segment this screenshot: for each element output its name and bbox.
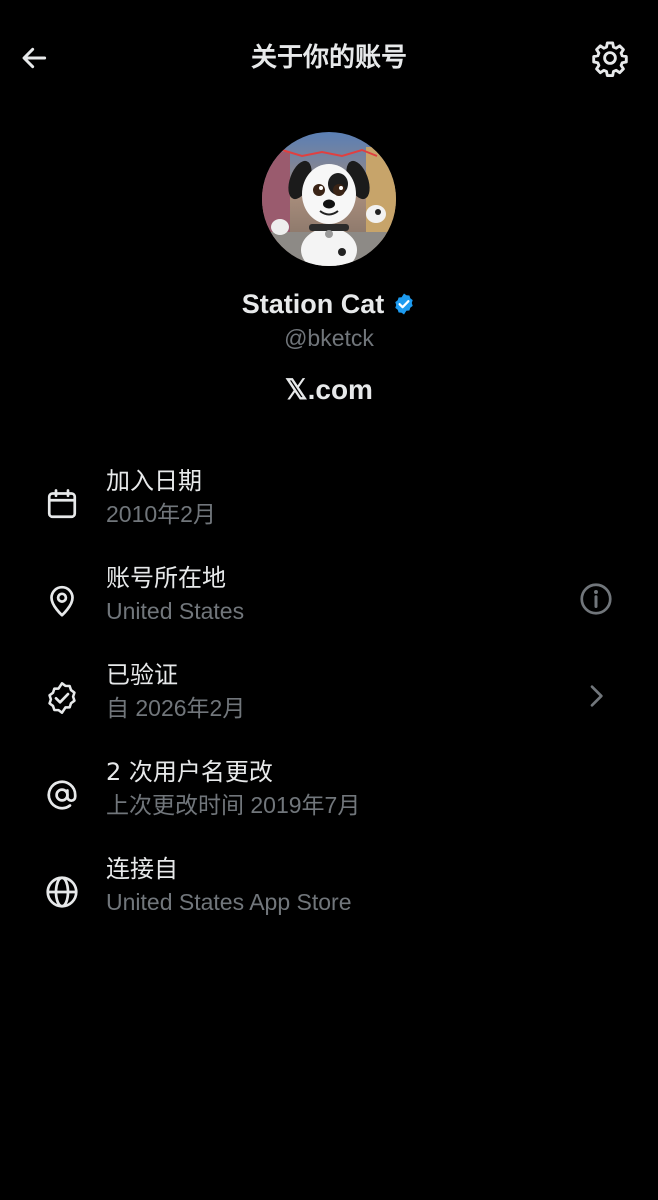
info-icon bbox=[580, 583, 612, 615]
settings-button[interactable] bbox=[588, 36, 632, 80]
location-pin-icon bbox=[42, 581, 82, 621]
connected-via-value: United States App Store bbox=[106, 889, 352, 915]
username-changes-title: 2 次用户名更改 bbox=[106, 758, 273, 786]
join-date-title: 加入日期 bbox=[106, 467, 202, 495]
info-row-location: 账号所在地 United States bbox=[0, 561, 658, 651]
chevron-right-icon bbox=[590, 685, 603, 707]
verified-check-icon bbox=[42, 678, 82, 718]
avatar[interactable] bbox=[262, 132, 396, 266]
calendar-icon bbox=[42, 484, 82, 524]
gear-icon bbox=[592, 41, 628, 77]
info-row-connected-via: 连接自 United States App Store bbox=[0, 852, 658, 942]
page-title: 关于你的账号 bbox=[250, 43, 407, 73]
display-name: Station Cat bbox=[241, 289, 385, 319]
user-handle: @bketck bbox=[284, 325, 374, 351]
verified-title: 已验证 bbox=[106, 661, 178, 689]
verified-badge-icon bbox=[392, 292, 416, 316]
connected-via-title: 连接自 bbox=[106, 855, 178, 883]
top-bar: 关于你的账号 bbox=[0, 0, 658, 114]
location-title: 账号所在地 bbox=[106, 564, 226, 592]
info-row-username-changes: 2 次用户名更改 上次更改时间 2019年7月 bbox=[0, 755, 658, 845]
location-info-button[interactable] bbox=[574, 577, 618, 621]
verified-details-button[interactable] bbox=[574, 674, 618, 718]
profile-name-row: Station Cat bbox=[0, 284, 658, 324]
info-row-join-date: 加入日期 2010年2月 bbox=[0, 464, 658, 554]
location-value: United States bbox=[106, 598, 245, 624]
join-date-value: 2010年2月 bbox=[106, 501, 216, 527]
verified-since-value: 自 2026年2月 bbox=[106, 695, 246, 721]
globe-icon bbox=[42, 872, 82, 912]
username-changes-value: 上次更改时间 2019年7月 bbox=[106, 792, 361, 818]
info-row-verified[interactable]: 已验证 自 2026年2月 bbox=[0, 658, 658, 748]
dalmatian-puppy-avatar bbox=[262, 132, 396, 266]
site-label: 𝕏.com bbox=[285, 374, 373, 405]
at-sign-icon bbox=[42, 775, 82, 815]
